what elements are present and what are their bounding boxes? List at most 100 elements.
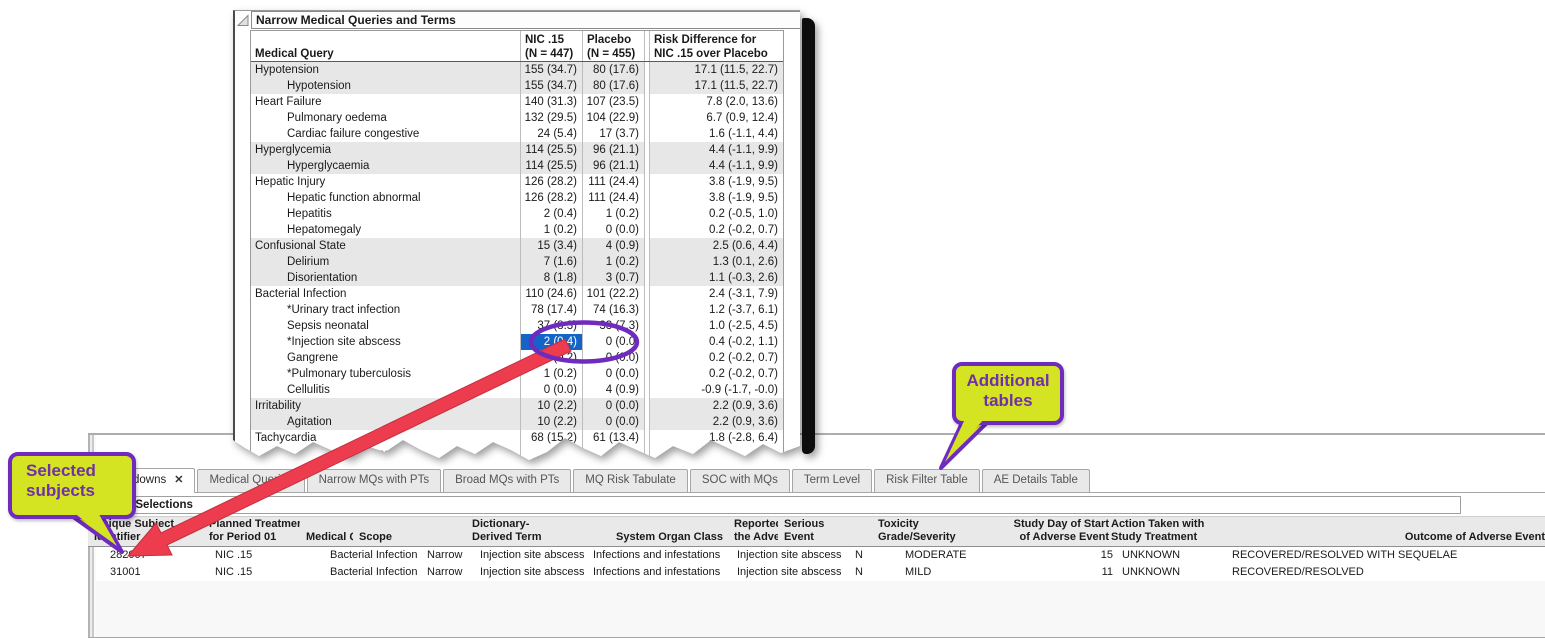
risk-difference-cell: 17.1 (11.5, 22.7) bbox=[650, 62, 783, 78]
mq-table-row[interactable]: Gangrene 1 (0.2) 0 (0.0) 0.2 (-0.2, 0.7) bbox=[251, 350, 783, 366]
nic-count-cell[interactable]: 110 (24.6) bbox=[521, 286, 583, 302]
placebo-count-cell[interactable]: 111 (24.4) bbox=[583, 174, 645, 190]
mq-table-row[interactable]: Hepatitis 2 (0.4) 1 (0.2) 0.2 (-0.5, 1.0… bbox=[251, 206, 783, 222]
placebo-count-cell[interactable]: 33 (7.3) bbox=[583, 318, 645, 334]
term-label: Heart Failure bbox=[255, 94, 321, 110]
mq-table-row[interactable]: Heart Failure 140 (31.3) 107 (23.5) 7.8 … bbox=[251, 94, 783, 110]
risk-difference-cell bbox=[650, 446, 783, 462]
cell-toxicity-grade: MILD bbox=[899, 564, 999, 581]
nic-count-cell[interactable]: 2 (0.4) bbox=[521, 206, 583, 222]
nic-count-cell[interactable]: 37 (8.3) bbox=[521, 318, 583, 334]
risk-difference-cell: -0.9 (-1.7, -0.0) bbox=[650, 382, 783, 398]
nic-count-cell[interactable]: 126 (28.2) bbox=[521, 190, 583, 206]
term-label: Hepatitis bbox=[255, 206, 332, 222]
placebo-count-cell[interactable]: 0 (0.0) bbox=[583, 414, 645, 430]
mq-table-row[interactable]: Irritability 10 (2.2) 0 (0.0) 2.2 (0.9, … bbox=[251, 398, 783, 414]
cell-action-taken: UNKNOWN bbox=[1115, 564, 1232, 581]
term-label: Gangrene bbox=[255, 350, 338, 366]
placebo-count-cell[interactable]: 61 (13.4) bbox=[583, 430, 645, 446]
nic-count-cell[interactable]: 126 (28.2) bbox=[521, 174, 583, 190]
mq-table-row[interactable]: Hepatomegaly 1 (0.2) 0 (0.0) 0.2 (-0.2, … bbox=[251, 222, 783, 238]
nic-count-cell[interactable]: 78 (17.4) bbox=[521, 302, 583, 318]
mq-table-row[interactable]: Hepatic function abnormal 126 (28.2) 111… bbox=[251, 190, 783, 206]
placebo-count-cell[interactable]: 4 (0.9) bbox=[583, 238, 645, 254]
nic-count-cell[interactable]: 114 (25.5) bbox=[521, 158, 583, 174]
tab-close-icon[interactable]: ✕ bbox=[174, 474, 183, 486]
mq-table-row[interactable]: Hepatic Injury 126 (28.2) 111 (24.4) 3.8… bbox=[251, 174, 783, 190]
placebo-count-cell[interactable]: 101 (22.2) bbox=[583, 286, 645, 302]
mq-table-row[interactable]: Sepsis neonatal 37 (8.3) 33 (7.3) 1.0 (-… bbox=[251, 318, 783, 334]
placebo-count-cell[interactable]: 111 (24.4) bbox=[583, 190, 645, 206]
nic-count-cell[interactable]: 15 (3.4) bbox=[521, 238, 583, 254]
mq-table-row[interactable]: Hypotension 155 (34.7) 80 (17.6) 17.1 (1… bbox=[251, 78, 783, 94]
ae-table-row[interactable]: 31001 NIC .15 Bacterial Infection Narrow… bbox=[88, 564, 1545, 581]
report-tab[interactable]: AE Details Table bbox=[982, 469, 1090, 492]
placebo-count-cell[interactable]: 0 (0.0) bbox=[583, 350, 645, 366]
placebo-count-cell[interactable]: 96 (21.1) bbox=[583, 142, 645, 158]
placebo-count-cell[interactable]: 80 (17.6) bbox=[583, 78, 645, 94]
placebo-count-cell[interactable]: 0 (0.0) bbox=[583, 334, 645, 350]
disclosure-triangle-icon[interactable] bbox=[237, 14, 249, 32]
nic-count-cell[interactable]: 1 (0.2) bbox=[521, 366, 583, 382]
cell-planned-treatment: NIC .15 bbox=[209, 547, 324, 564]
nic-count-cell[interactable]: 24 (5.4) bbox=[521, 126, 583, 142]
mq-table-row[interactable]: *Injection site abscess 2 (0.4) 0 (0.0) … bbox=[251, 334, 783, 350]
nic-count-cell[interactable]: 132 (29.5) bbox=[521, 110, 583, 126]
nic-count-cell[interactable]: 10 (2.2) bbox=[521, 398, 583, 414]
mq-table-row[interactable]: Hypotension 155 (34.7) 80 (17.6) 17.1 (1… bbox=[251, 62, 783, 78]
ae-column-header: Reported Term forthe Adverse Event bbox=[728, 517, 778, 546]
placebo-count-cell[interactable]: 1 (0.2) bbox=[583, 254, 645, 270]
mq-table-row[interactable]: Bacterial Infection 110 (24.6) 101 (22.2… bbox=[251, 286, 783, 302]
mq-table-row[interactable]: Agitation 10 (2.2) 0 (0.0) 2.2 (0.9, 3.6… bbox=[251, 414, 783, 430]
placebo-count-cell[interactable]: 1 (0.2) bbox=[583, 206, 645, 222]
cell-subject-id: 282007 bbox=[88, 547, 209, 564]
nic-count-cell[interactable]: 114 (25.5) bbox=[521, 142, 583, 158]
placebo-count-cell[interactable] bbox=[583, 446, 645, 462]
mq-table-row[interactable]: Pulmonary oedema 132 (29.5) 104 (22.9) 6… bbox=[251, 110, 783, 126]
nic-count-cell[interactable]: 140 (31.3) bbox=[521, 94, 583, 110]
placebo-count-cell[interactable]: 107 (23.5) bbox=[583, 94, 645, 110]
placebo-count-cell[interactable]: 0 (0.0) bbox=[583, 398, 645, 414]
mq-table-row[interactable]: increased bbox=[251, 446, 783, 462]
mq-table-row[interactable]: Disorientation 8 (1.8) 3 (0.7) 1.1 (-0.3… bbox=[251, 270, 783, 286]
placebo-count-cell[interactable]: 4 (0.9) bbox=[583, 382, 645, 398]
risk-difference-cell: 1.6 (-1.1, 4.4) bbox=[650, 126, 783, 142]
placebo-count-cell[interactable]: 74 (16.3) bbox=[583, 302, 645, 318]
ae-column-header: Dictionary-Derived Term bbox=[466, 517, 610, 546]
nic-count-cell[interactable]: 10 (2.2) bbox=[521, 414, 583, 430]
placebo-count-cell[interactable]: 17 (3.7) bbox=[583, 126, 645, 142]
nic-count-cell[interactable]: 0 (0.0) bbox=[521, 382, 583, 398]
nic-count-cell[interactable]: 68 (15.2) bbox=[521, 430, 583, 446]
placebo-count-cell[interactable]: 80 (17.6) bbox=[583, 62, 645, 78]
nic-count-cell[interactable] bbox=[521, 446, 583, 462]
mq-table-row[interactable]: Hyperglycemia 114 (25.5) 96 (21.1) 4.4 (… bbox=[251, 142, 783, 158]
nic-count-cell[interactable]: 155 (34.7) bbox=[521, 78, 583, 94]
col-placebo: Placebo(N = 455) bbox=[583, 31, 645, 61]
risk-difference-cell: 2.5 (0.6, 4.4) bbox=[650, 238, 783, 254]
nic-count-cell[interactable]: 1 (0.2) bbox=[521, 222, 583, 238]
mq-window: Narrow Medical Queries and Terms Medical… bbox=[233, 10, 803, 481]
mq-table-row[interactable]: *Pulmonary tuberculosis 1 (0.2) 0 (0.0) … bbox=[251, 366, 783, 382]
mq-table-row[interactable]: Confusional State 15 (3.4) 4 (0.9) 2.5 (… bbox=[251, 238, 783, 254]
mq-table-row[interactable]: Cellulitis 0 (0.0) 4 (0.9) -0.9 (-1.7, -… bbox=[251, 382, 783, 398]
placebo-count-cell[interactable]: 0 (0.0) bbox=[583, 222, 645, 238]
mq-table-row[interactable]: Tachycardia 68 (15.2) 61 (13.4) 1.8 (-2.… bbox=[251, 430, 783, 446]
placebo-count-cell[interactable]: 96 (21.1) bbox=[583, 158, 645, 174]
nic-count-cell[interactable]: 8 (1.8) bbox=[521, 270, 583, 286]
report-tab[interactable]: Risk Filter Table bbox=[874, 469, 980, 492]
risk-difference-cell: 2.4 (-3.1, 7.9) bbox=[650, 286, 783, 302]
mq-table-row[interactable]: Delirium 7 (1.6) 1 (0.2) 1.3 (0.1, 2.6) bbox=[251, 254, 783, 270]
nic-count-cell[interactable]: 2 (0.4) bbox=[521, 334, 583, 350]
placebo-count-cell[interactable]: 0 (0.0) bbox=[583, 366, 645, 382]
placebo-count-cell[interactable]: 104 (22.9) bbox=[583, 110, 645, 126]
risk-difference-cell: 3.8 (-1.9, 9.5) bbox=[650, 174, 783, 190]
mq-table-row[interactable]: Cardiac failure congestive 24 (5.4) 17 (… bbox=[251, 126, 783, 142]
mq-table-row[interactable]: *Urinary tract infection 78 (17.4) 74 (1… bbox=[251, 302, 783, 318]
risk-difference-cell: 0.2 (-0.2, 0.7) bbox=[650, 222, 783, 238]
mq-table-row[interactable]: Hyperglycaemia 114 (25.5) 96 (21.1) 4.4 … bbox=[251, 158, 783, 174]
ae-table-row[interactable]: 282007 NIC .15 Bacterial Infection Narro… bbox=[88, 547, 1545, 564]
placebo-count-cell[interactable]: 3 (0.7) bbox=[583, 270, 645, 286]
nic-count-cell[interactable]: 7 (1.6) bbox=[521, 254, 583, 270]
nic-count-cell[interactable]: 155 (34.7) bbox=[521, 62, 583, 78]
nic-count-cell[interactable]: 1 (0.2) bbox=[521, 350, 583, 366]
